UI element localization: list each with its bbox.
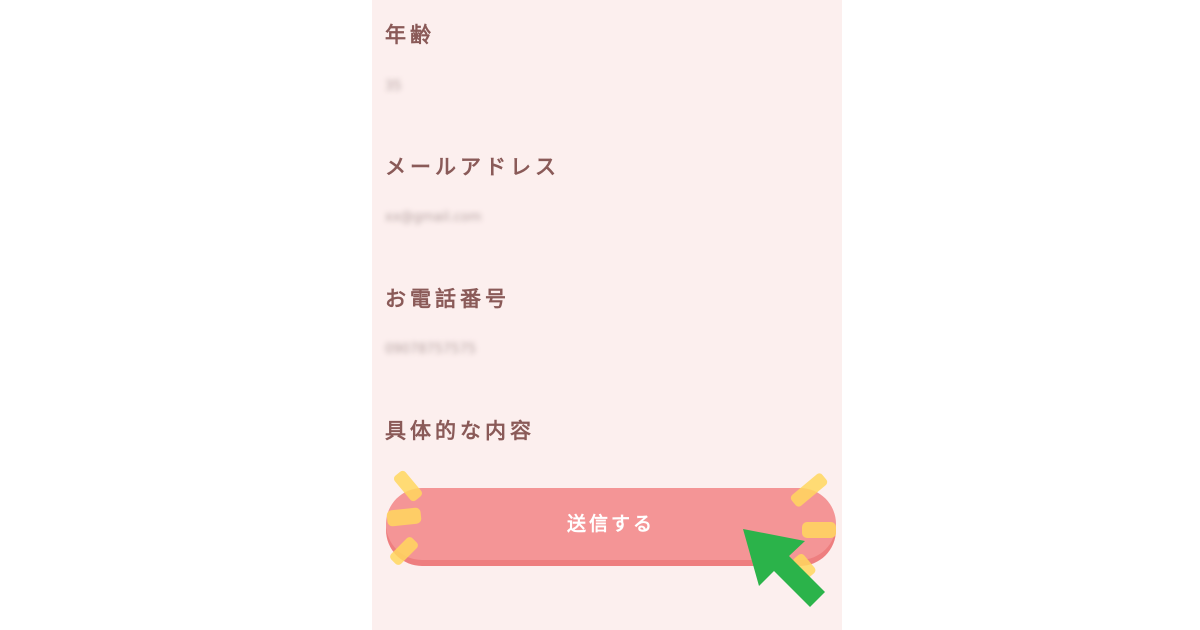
age-label: 年齢 [385,23,435,47]
phone-value[interactable]: 09078757575 [385,342,476,357]
email-value[interactable]: xx@gmail.com [385,210,481,225]
details-label: 具体的な内容 [385,419,535,443]
page: 年齢 35 メールアドレス xx@gmail.com お電話番号 0907875… [0,0,1200,630]
phone-label: お電話番号 [385,287,510,311]
age-value[interactable]: 35 [385,79,402,94]
email-label: メールアドレス [385,155,560,179]
submit-button[interactable]: 送信する [386,488,836,560]
submit-button-label: 送信する [566,513,655,535]
